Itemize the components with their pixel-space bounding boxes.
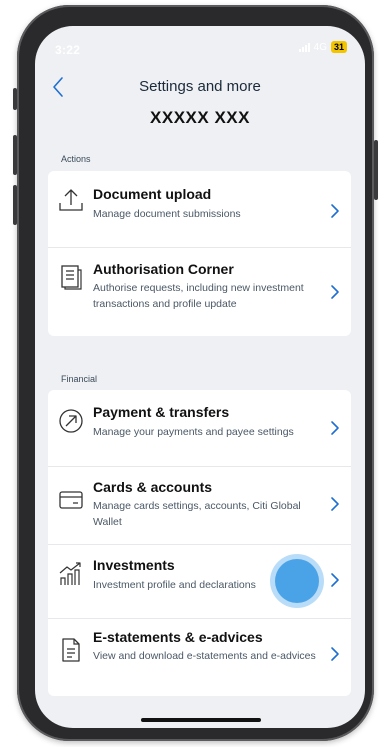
page-header: Settings and more XXXXX XXX (35, 70, 365, 150)
phone-silent-switch (13, 88, 17, 110)
menu-item-document-upload[interactable]: Document upload Manage document submissi… (48, 171, 351, 247)
actions-card: Document upload Manage document submissi… (48, 171, 351, 336)
menu-item-authorisation-corner[interactable]: Authorisation Corner Authorise requests,… (48, 248, 351, 336)
item-description: Manage document submissions (93, 208, 241, 220)
phone-volume-up (13, 135, 17, 175)
card-icon (59, 491, 83, 509)
section-label-actions: Actions (61, 154, 91, 164)
status-time: 3:22 (55, 43, 81, 57)
financial-card: Payment & transfers Manage your payments… (48, 390, 351, 696)
item-description: Manage your payments and payee settings (93, 426, 294, 438)
document-list-icon (61, 265, 82, 290)
item-title: Authorisation Corner (93, 261, 234, 277)
chevron-right-icon (331, 573, 339, 587)
investment-chart-icon (59, 562, 81, 585)
app-screen: 3:22 4G 31 Settings and more XXXXX XXX A… (35, 26, 365, 728)
section-label-financial: Financial (61, 374, 98, 384)
chevron-right-icon (331, 421, 339, 435)
item-title: Document upload (93, 186, 212, 202)
menu-item-payment-transfers[interactable]: Payment & transfers Manage your payments… (48, 390, 351, 466)
home-indicator[interactable] (141, 718, 261, 722)
item-description: Authorise requests, including new invest… (93, 282, 304, 310)
transfer-arrow-icon (59, 409, 83, 433)
chevron-right-icon (331, 647, 339, 661)
item-title: E-statements & e-advices (93, 629, 263, 645)
item-description: View and download e-statements and e-adv… (93, 650, 316, 662)
chevron-right-icon (331, 497, 339, 511)
item-title: Investments (93, 557, 175, 573)
chevron-right-icon (331, 204, 339, 218)
user-name: XXXXX XXX (150, 108, 250, 127)
battery-icon: 31 (330, 41, 347, 53)
item-description: Manage cards settings, accounts, Citi Gl… (93, 500, 301, 528)
network-type: 4G (313, 41, 327, 53)
e-statement-icon (62, 638, 80, 662)
item-description: Investment profile and declarations (93, 579, 256, 591)
chevron-right-icon (331, 285, 339, 299)
menu-item-e-statements[interactable]: E-statements & e-advices View and downlo… (48, 619, 351, 696)
phone-power-button (374, 140, 378, 200)
touch-indicator (275, 559, 319, 603)
upload-icon (59, 189, 83, 211)
menu-item-cards-accounts[interactable]: Cards & accounts Manage cards settings, … (48, 467, 351, 544)
item-title: Cards & accounts (93, 479, 213, 495)
item-title: Payment & transfers (93, 404, 230, 420)
page-title: Settings and more (139, 78, 261, 95)
status-indicators: 4G 31 (298, 41, 347, 53)
phone-volume-down (13, 185, 17, 225)
signal-icon (298, 42, 310, 52)
status-bar: 3:22 4G 31 (35, 26, 365, 66)
